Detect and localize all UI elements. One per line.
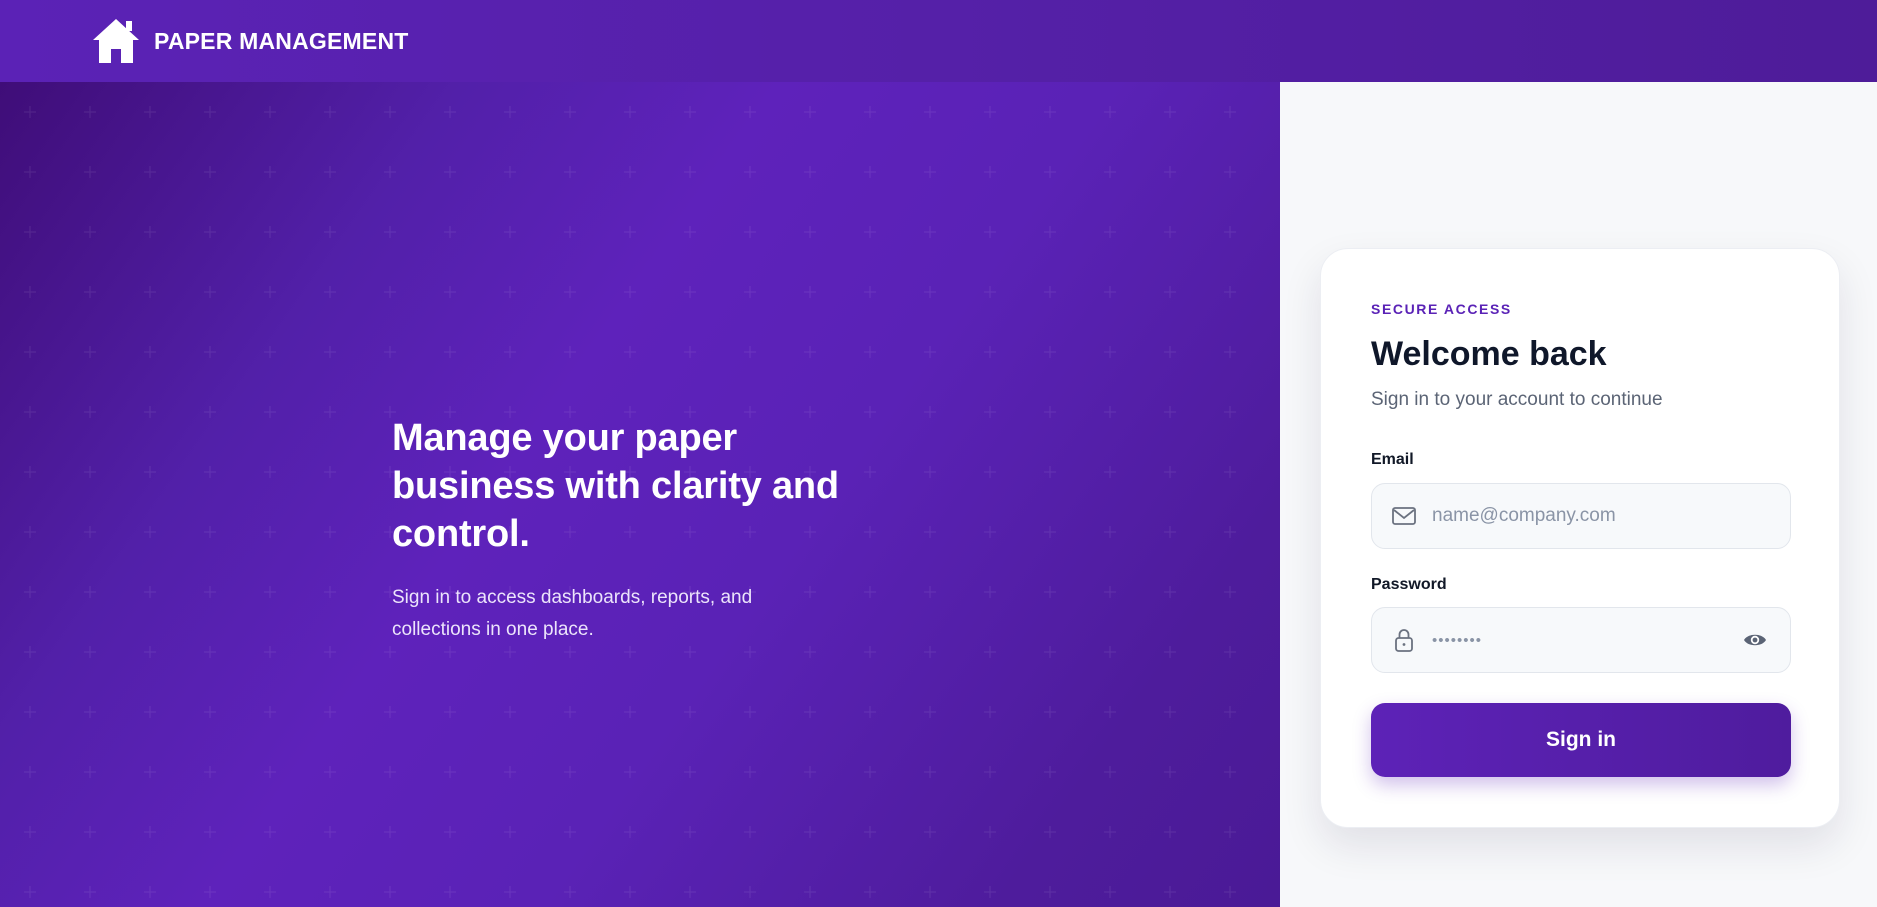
hero-title: Manage your paper business with clarity …: [392, 417, 839, 555]
login-card: SECURE ACCESS Welcome back Sign in to yo…: [1320, 248, 1840, 828]
login-subtitle: Sign in to your account to continue: [1371, 389, 1663, 410]
hero-content: Manage your paper business with clarity …: [392, 414, 872, 646]
eye-icon[interactable]: [1742, 627, 1768, 653]
password-label: Password: [1371, 576, 1447, 593]
lock-icon: [1395, 629, 1413, 652]
hero-panel: Manage your paper business with clarity …: [0, 82, 1280, 907]
hero-subtitle: Sign in to access dashboards, reports, a…: [392, 587, 753, 640]
top-bar: PAPER MANAGEMENT: [0, 0, 1877, 82]
password-input[interactable]: ••••••••: [1432, 632, 1742, 649]
email-label: Email: [1371, 451, 1414, 468]
sign-in-button[interactable]: Sign in: [1371, 703, 1791, 777]
house-icon: [93, 19, 139, 63]
mail-icon: [1392, 507, 1416, 525]
email-field[interactable]: [1371, 483, 1791, 549]
password-field[interactable]: ••••••••: [1371, 607, 1791, 673]
login-title: Welcome back: [1371, 335, 1607, 373]
secure-access-label: SECURE ACCESS: [1371, 301, 1512, 317]
brand[interactable]: PAPER MANAGEMENT: [90, 15, 409, 67]
email-input[interactable]: [1432, 505, 1790, 527]
brand-name: PAPER MANAGEMENT: [154, 27, 409, 54]
